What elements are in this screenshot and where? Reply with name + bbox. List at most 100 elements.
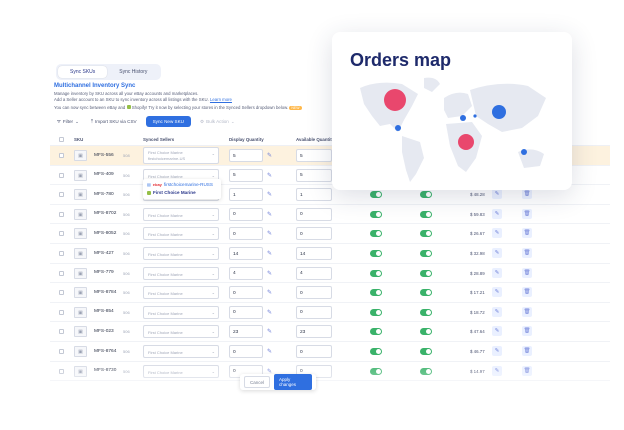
active-toggle[interactable] — [420, 308, 432, 316]
synced-sellers-select[interactable]: First Choice Marine ⌄ — [143, 227, 219, 241]
display-quantity-input[interactable]: 5 — [229, 149, 263, 162]
row-checkbox[interactable] — [59, 231, 64, 237]
synced-sellers-select[interactable]: First Choice Marine ⌄ — [143, 325, 219, 339]
sync-toggle[interactable] — [370, 289, 382, 297]
table-row[interactable]: ▣ MFS-854 506 First Choice Marine ⌄ 0 ✎ 0 $ 18.7… — [50, 303, 610, 323]
sync-toggle[interactable] — [370, 191, 382, 199]
edit-icon[interactable]: ✎ — [492, 248, 502, 258]
tab-sync-history[interactable]: Sync History — [107, 66, 159, 78]
synced-sellers-select[interactable]: First Choice Marine ⌄ — [143, 247, 219, 260]
edit-pencil-icon[interactable]: ✎ — [267, 270, 272, 277]
apply-changes-button[interactable]: Apply changes — [274, 374, 312, 390]
sync-toggle[interactable] — [370, 210, 382, 218]
active-toggle[interactable] — [420, 289, 432, 297]
row-checkbox[interactable] — [59, 309, 64, 315]
delete-icon[interactable]: 🗑 — [522, 346, 532, 356]
row-checkbox[interactable] — [59, 329, 64, 335]
available-quantity-input[interactable]: 4 — [296, 266, 332, 280]
table-row[interactable]: ▣ MFS-427 506 First Choice Marine ⌄ 14 ✎ 14 $ 32… — [50, 244, 610, 264]
synced-sellers-select[interactable]: First Choice Marine firstchoicemarine-US ⌄ — [143, 147, 219, 164]
synced-sellers-select[interactable]: First Choice Marine ⌄ — [143, 364, 219, 378]
delete-icon[interactable]: 🗑 — [522, 287, 532, 298]
available-quantity-input[interactable]: 0 — [296, 227, 332, 241]
edit-pencil-icon[interactable]: ✎ — [267, 289, 272, 296]
edit-pencil-icon[interactable]: ✎ — [267, 309, 272, 316]
display-quantity-input[interactable]: 0 — [229, 345, 263, 358]
display-quantity-input[interactable]: 0 — [229, 286, 263, 300]
column-header-display-quantity[interactable]: Display Quantity — [229, 137, 264, 142]
display-quantity-input[interactable]: 0 — [229, 227, 263, 241]
column-header-available-quantity[interactable]: Available Quantity — [296, 137, 334, 142]
import-csv-button[interactable]: ⤒ Import SKU via CSV — [88, 117, 140, 126]
edit-pencil-icon[interactable]: ✎ — [267, 230, 272, 237]
display-quantity-input[interactable]: 23 — [229, 325, 263, 339]
available-quantity-input[interactable]: 0 — [296, 345, 332, 358]
row-checkbox[interactable] — [59, 251, 64, 256]
sync-toggle[interactable] — [370, 308, 382, 316]
edit-icon[interactable]: ✎ — [492, 306, 502, 317]
synced-sellers-select[interactable]: First Choice Marine ⌄ — [143, 266, 219, 280]
table-row[interactable]: ▣ MFS-8764 506 First Choice Marine ⌄ 0 ✎ 0 $ 46.… — [50, 342, 610, 362]
active-toggle[interactable] — [420, 191, 432, 199]
sync-new-sku-button[interactable]: Sync New SKU — [145, 116, 191, 127]
active-toggle[interactable] — [420, 210, 432, 218]
row-checkbox[interactable] — [59, 368, 64, 374]
select-all-checkbox[interactable] — [59, 137, 64, 143]
available-quantity-input[interactable]: 0 — [296, 207, 332, 221]
display-quantity-input[interactable]: 0 — [229, 305, 263, 319]
available-quantity-input[interactable]: 5 — [296, 149, 332, 162]
row-checkbox[interactable] — [59, 270, 64, 276]
learn-more-link[interactable]: Learn more — [210, 97, 232, 102]
active-toggle[interactable] — [420, 367, 432, 375]
edit-pencil-icon[interactable]: ✎ — [267, 172, 272, 179]
delete-icon[interactable]: 🗑 — [522, 306, 532, 317]
synced-sellers-select[interactable]: First Choice Marine ⌄ — [143, 305, 219, 319]
row-checkbox[interactable] — [59, 211, 64, 217]
edit-icon[interactable]: ✎ — [492, 189, 502, 200]
sync-toggle[interactable] — [370, 230, 382, 238]
edit-pencil-icon[interactable]: ✎ — [267, 250, 272, 257]
row-checkbox[interactable] — [59, 172, 64, 178]
table-row[interactable]: ▣ MFS-8784 506 First Choice Marine ⌄ 0 ✎ 0 $ 17.… — [50, 283, 610, 303]
display-quantity-input[interactable]: 5 — [229, 168, 263, 182]
edit-pencil-icon[interactable]: ✎ — [267, 152, 272, 159]
delete-icon[interactable]: 🗑 — [522, 248, 532, 258]
tab-sync-skus[interactable]: Sync SKUs — [58, 66, 108, 78]
available-quantity-input[interactable]: 0 — [296, 286, 332, 300]
bulk-action-button[interactable]: ⚙ Bulk Action ⌄ — [197, 117, 238, 127]
row-checkbox[interactable] — [59, 153, 64, 158]
column-header-synced-sellers[interactable]: Synced Sellers — [143, 137, 174, 142]
available-quantity-input[interactable]: 14 — [296, 247, 332, 260]
active-toggle[interactable] — [420, 328, 432, 336]
display-quantity-input[interactable]: 14 — [229, 247, 263, 260]
order-marker[interactable] — [521, 149, 527, 155]
sync-toggle[interactable] — [370, 328, 382, 336]
active-toggle[interactable] — [420, 348, 432, 355]
dropdown-option-ebay-store[interactable]: ▤ ebay firstchoicemarine-RUSS — [147, 182, 213, 187]
order-marker[interactable] — [395, 125, 401, 131]
table-row[interactable]: ▣ MFS-8052 506 First Choice Marine ⌄ 0 ✎ 0 $ 26.… — [50, 224, 610, 244]
active-toggle[interactable] — [420, 269, 432, 277]
delete-icon[interactable]: 🗑 — [522, 189, 532, 200]
edit-pencil-icon[interactable]: ✎ — [267, 191, 272, 198]
table-row[interactable]: ▣ MFS-023 506 First Choice Marine ⌄ 23 ✎ 23 $ 47… — [50, 322, 610, 342]
synced-sellers-select[interactable]: First Choice Marine ⌄ — [143, 345, 219, 358]
display-quantity-input[interactable]: 0 — [229, 207, 263, 221]
edit-pencil-icon[interactable]: ✎ — [267, 328, 272, 335]
active-toggle[interactable] — [420, 230, 432, 238]
dropdown-option-shopify-store[interactable]: First Choice Marine — [147, 190, 196, 195]
table-row[interactable]: ▣ MFS-8730 506 First Choice Marine ⌄ 0 ✎ 0 $ 14.… — [50, 362, 610, 382]
order-marker[interactable] — [384, 89, 406, 111]
row-checkbox[interactable] — [59, 349, 64, 354]
order-marker[interactable] — [473, 114, 477, 118]
edit-icon[interactable]: ✎ — [492, 346, 502, 356]
checkbox[interactable] — [59, 137, 64, 142]
synced-sellers-select[interactable]: First Choice Marine ⌄ — [143, 207, 219, 221]
delete-icon[interactable]: 🗑 — [522, 326, 532, 337]
edit-icon[interactable]: ✎ — [492, 208, 502, 219]
synced-sellers-select[interactable]: First Choice Marine ⌄ — [143, 286, 219, 300]
sync-toggle[interactable] — [370, 348, 382, 355]
column-header-sku[interactable]: SKU — [74, 137, 83, 142]
available-quantity-input[interactable]: 23 — [296, 325, 332, 339]
delete-icon[interactable]: 🗑 — [522, 365, 532, 376]
